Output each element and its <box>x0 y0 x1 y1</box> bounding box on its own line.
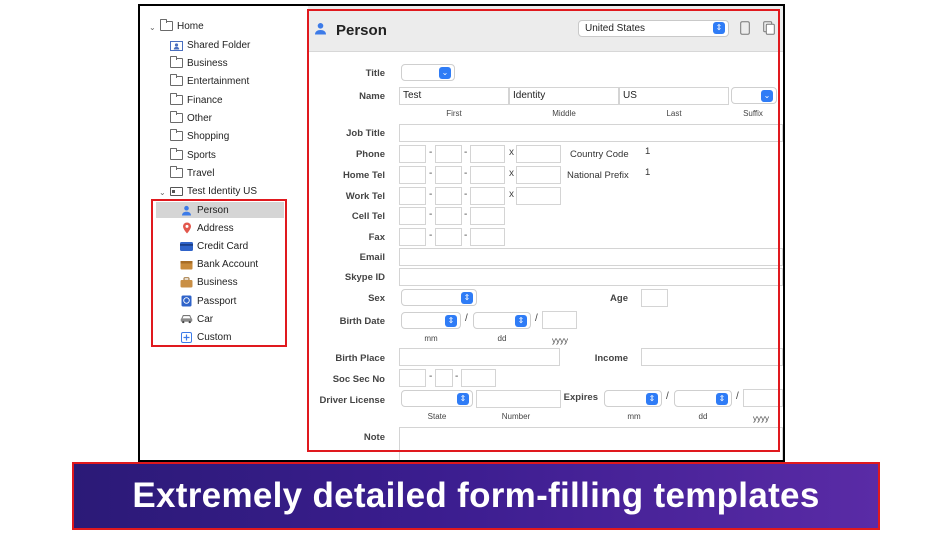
sidebar-item-label: Business <box>187 57 228 69</box>
folder-icon <box>170 111 183 124</box>
sidebar-item-business[interactable]: Business <box>170 55 228 71</box>
sidebar-item-entertainment[interactable]: Entertainment <box>170 73 249 89</box>
sidebar-item-sports[interactable]: Sports <box>170 147 216 163</box>
sidebar-item-label: Test Identity US <box>187 185 258 197</box>
sidebar-item-label: Other <box>187 112 213 124</box>
sidebar-item-home[interactable]: Home <box>160 18 204 34</box>
identity-card-icon <box>170 186 183 197</box>
sidebar-item-label: Shopping <box>187 130 230 142</box>
caption-text: Extremely detailed form-filling template… <box>132 476 820 515</box>
sidebar-item-label: Shared Folder <box>187 39 251 51</box>
sidebar-item-shared-folder[interactable]: Shared Folder <box>170 37 250 53</box>
sidebar-item-other[interactable]: Other <box>170 110 212 126</box>
caption-banner: Extremely detailed form-filling template… <box>72 462 880 530</box>
sidebar-item-travel[interactable]: Travel <box>170 165 214 181</box>
folder-icon <box>170 129 183 142</box>
chevron-down-icon[interactable]: ⌄ <box>149 23 156 32</box>
sidebar-item-finance[interactable]: Finance <box>170 92 223 108</box>
chevron-down-icon[interactable]: ⌄ <box>159 188 166 197</box>
sidebar-item-label: Home <box>177 20 204 32</box>
sidebar-item-label: Finance <box>187 94 223 106</box>
shared-folder-icon <box>170 40 183 51</box>
sidebar-item-test-identity[interactable]: Test Identity US <box>170 183 257 199</box>
sidebar-item-label: Entertainment <box>187 75 250 87</box>
folder-icon <box>170 148 183 161</box>
form-highlight-box <box>307 9 780 452</box>
sidebar-item-shopping[interactable]: Shopping <box>170 128 229 144</box>
sidebar-highlight-box <box>151 199 287 347</box>
folder-icon <box>170 74 183 87</box>
folder-icon <box>160 19 173 32</box>
sidebar-item-label: Sports <box>187 149 216 161</box>
folder-icon <box>170 93 183 106</box>
folder-icon <box>170 166 183 179</box>
folder-icon <box>170 56 183 69</box>
sidebar-item-label: Travel <box>187 167 215 179</box>
